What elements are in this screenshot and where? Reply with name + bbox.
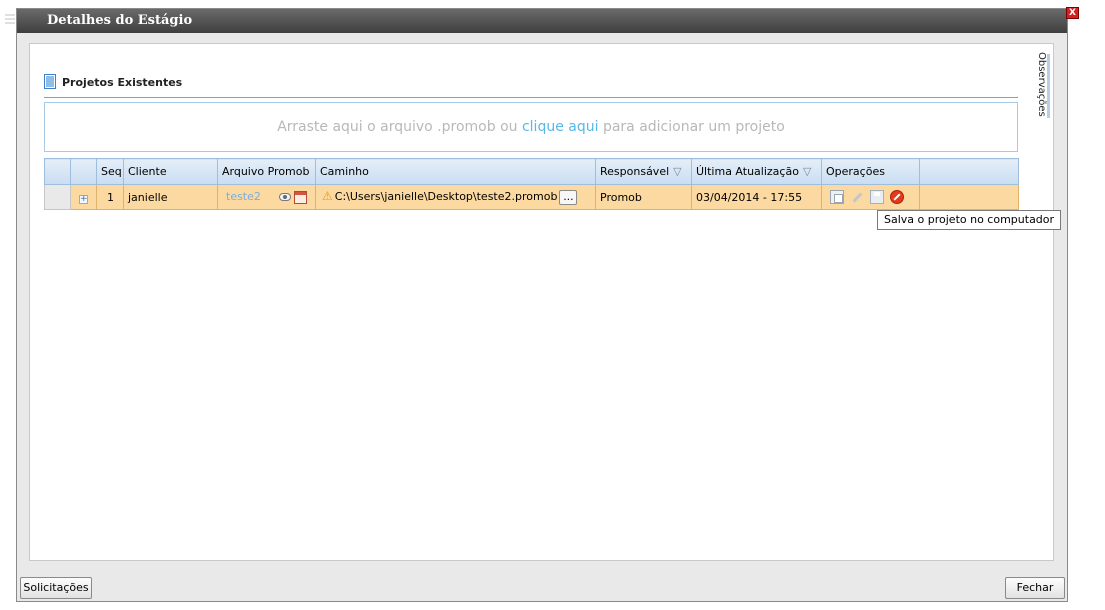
side-tab-bar: [1047, 54, 1050, 118]
filter-icon[interactable]: ▽: [673, 165, 681, 178]
header-ultima[interactable]: Última Atualização ▽: [691, 158, 822, 185]
row-expand-cell: +: [70, 184, 97, 210]
cell-seq: 1: [96, 184, 124, 210]
save-icon[interactable]: [870, 190, 884, 204]
cell-ultima: 03/04/2014 - 17:55: [691, 184, 822, 210]
grid-header-row: Seq Cliente Arquivo Promob Caminho Respo…: [44, 158, 1019, 185]
file-link[interactable]: teste2: [226, 190, 261, 203]
header-caminho[interactable]: Caminho: [315, 158, 596, 185]
header-select: [44, 158, 71, 185]
header-empty: [919, 158, 1019, 185]
close-button[interactable]: Fechar: [1005, 577, 1065, 599]
save-tooltip: Salva o projeto no computador: [877, 210, 1062, 230]
header-arquivo[interactable]: Arquivo Promob: [217, 158, 316, 185]
table-row[interactable]: + 1 janielle teste2 ⚠ C:\Users\janielle\D…: [44, 184, 1019, 210]
section-header: Projetos Existentes: [44, 74, 1018, 98]
solicitacoes-button[interactable]: Solicitações: [20, 577, 92, 599]
window-title: Detalhes do Estágio: [47, 13, 193, 28]
window-titlebar: Detalhes do Estágio X: [5, 7, 1079, 33]
expand-icon[interactable]: +: [79, 194, 88, 204]
dropzone-text-after: para adicionar um projeto: [598, 119, 785, 135]
dropzone-text-before: Arraste aqui o arquivo .promob ou: [277, 119, 522, 135]
header-ultima-label: Última Atualização: [696, 165, 799, 178]
header-responsavel-label: Responsável: [600, 165, 670, 178]
header-seq[interactable]: Seq: [96, 158, 124, 185]
edit-icon[interactable]: [850, 190, 864, 204]
main-panel: Observações Projetos Existentes Arraste …: [29, 43, 1054, 561]
section-title: Projetos Existentes: [62, 76, 183, 89]
document-icon: [44, 74, 56, 89]
calendar-icon[interactable]: [293, 190, 307, 204]
browse-button[interactable]: ...: [559, 189, 578, 205]
stage-details-window: Detalhes do Estágio X Observações Projet…: [5, 7, 1079, 602]
cell-operacoes: [821, 184, 920, 210]
warning-icon: ⚠: [322, 189, 333, 204]
header-expand: [70, 158, 97, 185]
copy-icon[interactable]: [830, 190, 844, 204]
row-selector[interactable]: [44, 184, 71, 210]
cell-responsavel: Promob: [595, 184, 692, 210]
header-operacoes: Operações: [821, 158, 920, 185]
file-dropzone[interactable]: Arraste aqui o arquivo .promob ou clique…: [44, 102, 1018, 152]
eye-icon[interactable]: [278, 193, 291, 202]
window-menu-icon[interactable]: [5, 14, 17, 27]
cell-cliente: janielle: [123, 184, 218, 210]
filter-icon[interactable]: ▽: [803, 165, 811, 178]
header-responsavel[interactable]: Responsável ▽: [595, 158, 692, 185]
close-icon[interactable]: X: [1066, 7, 1079, 19]
cell-arquivo: teste2: [217, 184, 316, 210]
side-tab-label: Observações: [1036, 52, 1047, 117]
projects-grid: Seq Cliente Arquivo Promob Caminho Respo…: [44, 158, 1019, 210]
dropzone-click-link[interactable]: clique aqui: [522, 119, 599, 135]
cancel-icon[interactable]: [890, 190, 904, 204]
header-cliente[interactable]: Cliente: [123, 158, 218, 185]
cell-caminho: ⚠ C:\Users\janielle\Desktop\teste2.promob…: [315, 184, 596, 210]
side-tab-observacoes[interactable]: Observações: [1030, 50, 1052, 120]
path-text: C:\Users\janielle\Desktop\teste2.promob: [334, 190, 558, 204]
cell-empty: [919, 184, 1019, 210]
